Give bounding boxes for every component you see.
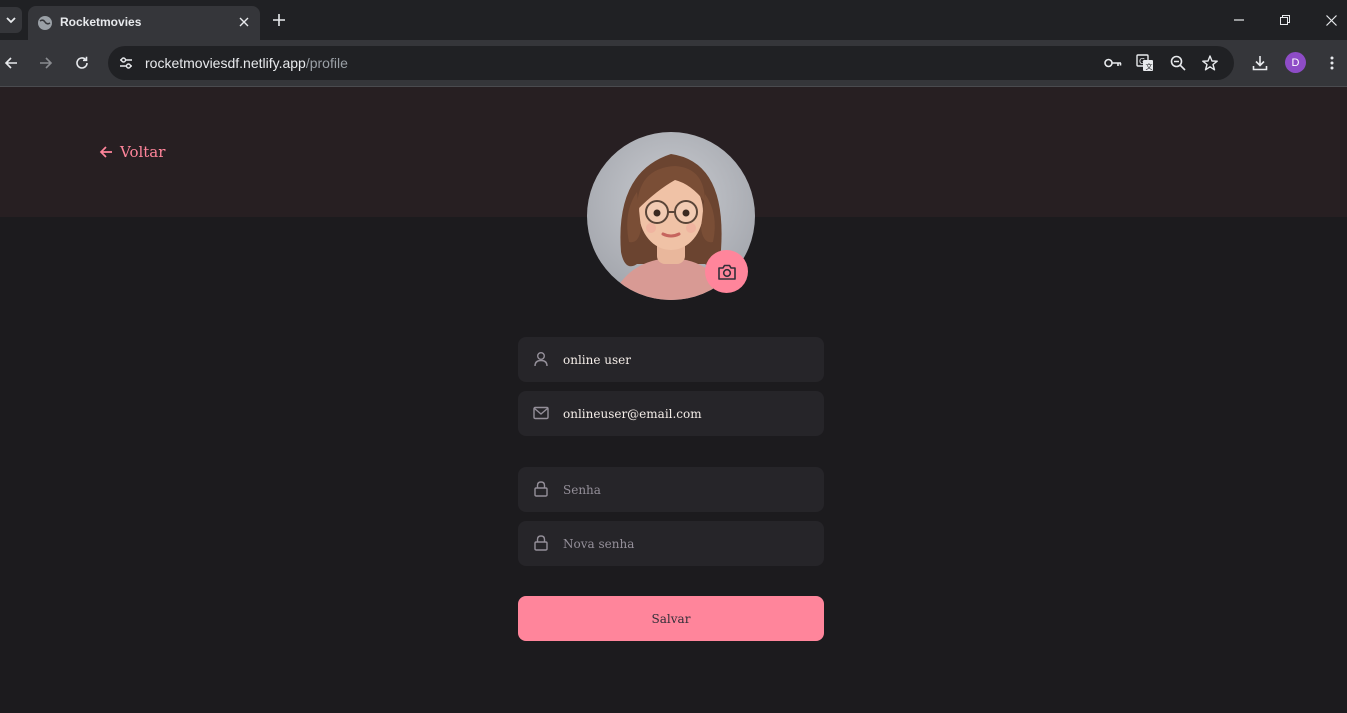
user-icon	[532, 350, 550, 368]
name-input[interactable]	[563, 337, 813, 382]
plus-icon	[273, 14, 285, 26]
password-key-button[interactable]	[1103, 53, 1123, 73]
zoom-button[interactable]	[1168, 53, 1188, 73]
password-input[interactable]	[563, 467, 813, 512]
more-vert-icon	[1330, 56, 1334, 70]
browser-tab-bar: Rocketmovies	[0, 0, 1347, 40]
new-tab-button[interactable]	[270, 11, 288, 29]
camera-icon	[717, 264, 736, 280]
url-text: rocketmoviesdf.netlify.app/profile	[145, 55, 348, 71]
back-link[interactable]: Voltar	[99, 143, 165, 161]
profile-page: Voltar online user onlineuser@email.com …	[0, 87, 1347, 713]
save-button[interactable]: Salvar	[518, 596, 824, 641]
close-icon	[239, 17, 249, 27]
arrow-left-icon	[99, 146, 112, 158]
tab-search-button[interactable]	[0, 7, 22, 33]
url-host: rocketmoviesdf.netlify.app	[145, 55, 306, 71]
email-input[interactable]	[563, 391, 813, 436]
chevron-down-icon	[6, 17, 16, 24]
site-info-button[interactable]	[116, 53, 136, 73]
browser-tab-active[interactable]: Rocketmovies	[28, 6, 260, 40]
menu-button[interactable]	[1321, 52, 1343, 74]
address-bar[interactable]: rocketmoviesdf.netlify.app/profile G文	[108, 46, 1234, 80]
password-field[interactable]	[518, 467, 824, 512]
back-button[interactable]	[0, 52, 22, 74]
name-field[interactable]	[518, 337, 824, 382]
downloads-button[interactable]	[1249, 52, 1271, 74]
change-avatar-button[interactable]	[705, 250, 748, 293]
back-link-label: Voltar	[120, 143, 166, 161]
minimize-button[interactable]	[1229, 10, 1249, 30]
tab-title: Rocketmovies	[60, 15, 142, 29]
email-field[interactable]	[518, 391, 824, 436]
globe-icon	[38, 16, 52, 30]
download-icon	[1252, 56, 1268, 71]
browser-toolbar: rocketmoviesdf.netlify.app/profile G文 D	[0, 40, 1347, 87]
restore-button[interactable]	[1275, 10, 1295, 30]
url-path: /profile	[305, 55, 348, 71]
arrow-right-icon	[40, 57, 53, 69]
svg-text:G: G	[1139, 57, 1145, 66]
mail-icon	[532, 404, 550, 422]
translate-icon: G文	[1136, 54, 1153, 71]
tab-close-button[interactable]	[236, 14, 252, 30]
bookmark-button[interactable]	[1200, 53, 1220, 73]
lock-icon	[532, 534, 550, 552]
zoom-icon	[1170, 55, 1186, 71]
tune-icon	[120, 57, 132, 69]
profile-avatar	[587, 132, 755, 300]
svg-text:文: 文	[1146, 62, 1153, 71]
reload-button[interactable]	[71, 52, 93, 74]
close-icon	[1325, 14, 1337, 26]
new-password-field[interactable]	[518, 521, 824, 566]
profile-avatar-button[interactable]: D	[1285, 52, 1306, 73]
reload-icon	[76, 56, 88, 69]
restore-icon	[1280, 15, 1290, 25]
lock-icon	[532, 480, 550, 498]
new-password-input[interactable]	[563, 521, 813, 566]
minimize-icon	[1234, 19, 1244, 21]
arrow-left-icon	[4, 57, 17, 69]
star-icon	[1202, 55, 1218, 71]
forward-button[interactable]	[35, 52, 57, 74]
key-icon	[1104, 58, 1122, 68]
translate-button[interactable]: G文	[1135, 53, 1155, 73]
close-window-button[interactable]	[1321, 10, 1341, 30]
